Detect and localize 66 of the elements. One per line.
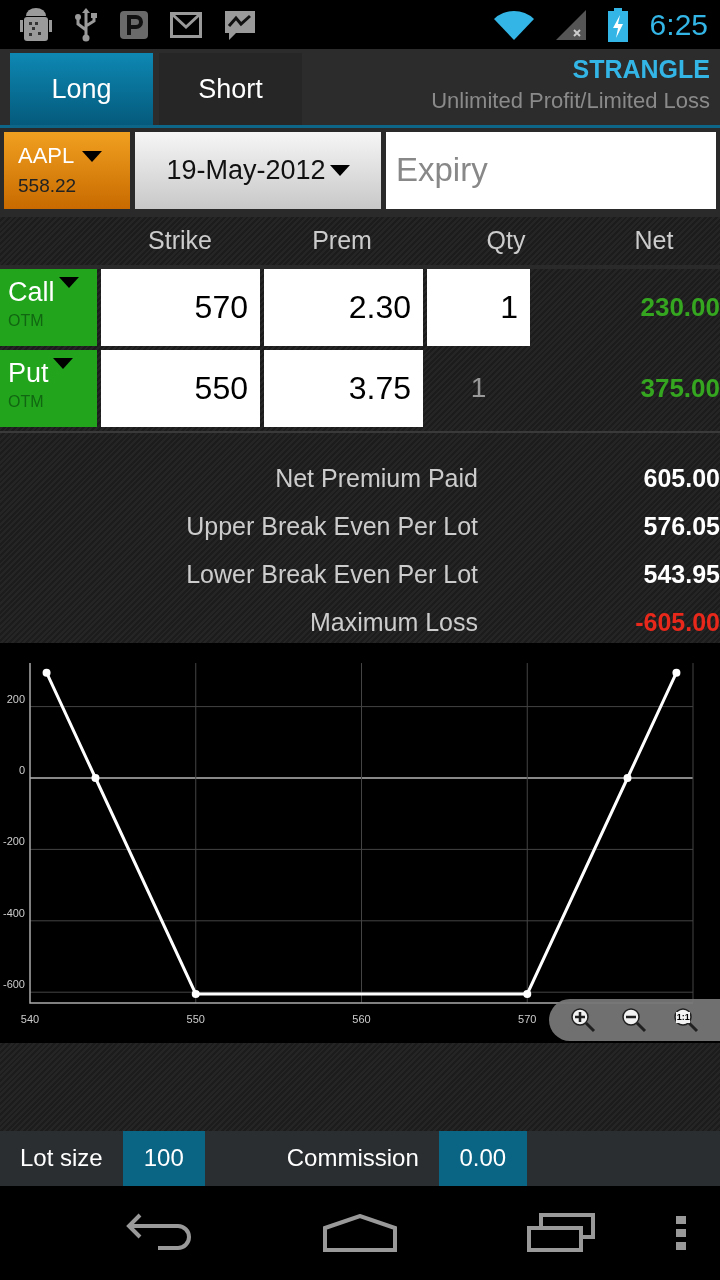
strategy-description: Unlimited Profit/Limited Loss <box>431 88 710 115</box>
lot-size-field[interactable]: 100 <box>122 1130 205 1186</box>
signal-icon <box>555 9 586 40</box>
battery-charging-icon <box>607 7 628 42</box>
usb-icon <box>74 7 98 42</box>
data-point <box>191 989 200 998</box>
commission-field[interactable]: 0.00 <box>438 1130 527 1186</box>
summary-label: Maximum Loss <box>308 608 479 638</box>
summary-value: 543.95 <box>642 560 720 590</box>
summary-label: Lower Break Even Per Lot <box>185 560 479 590</box>
summary-value: 605.00 <box>642 464 720 494</box>
x-tick-label: 570 <box>518 1012 537 1025</box>
clock: 6:25 <box>649 7 708 42</box>
date-dropdown[interactable]: 19-May-2012 <box>135 131 381 209</box>
data-point <box>623 773 632 782</box>
x-tick-label: 560 <box>352 1012 371 1025</box>
wifi-icon <box>493 9 534 40</box>
x-tick-label: 550 <box>186 1012 205 1025</box>
recent-apps-icon[interactable] <box>527 1211 597 1252</box>
commission-label: Commission <box>285 1144 420 1173</box>
tab[interactable]: Short <box>159 53 302 125</box>
lot-size-label: Lot size <box>19 1144 104 1173</box>
caret-icon <box>58 276 79 288</box>
column-header: Strike <box>147 226 213 256</box>
column-header: Net <box>633 226 675 256</box>
x-tick-label: 540 <box>20 1012 40 1025</box>
android-debug-icon <box>20 6 52 43</box>
caret-icon <box>329 164 350 176</box>
net-value: 375.00 <box>639 372 720 404</box>
expiry-field[interactable]: Expiry <box>386 131 716 209</box>
zoom-reset-label: 1:1 <box>676 1011 691 1023</box>
caret-icon <box>52 357 73 369</box>
strike-field[interactable]: 550 <box>101 349 260 427</box>
column-header: Qty <box>485 226 527 256</box>
data-point <box>91 773 100 782</box>
symbol-dropdown[interactable]: AAPL 558.22 <box>4 131 130 209</box>
home-icon[interactable] <box>323 1213 397 1252</box>
y-tick-label: -200 <box>2 835 25 848</box>
quantity-field[interactable]: 1 <box>427 268 530 346</box>
menu-icon[interactable] <box>676 1215 686 1250</box>
column-header: Prem <box>311 226 373 256</box>
y-tick-label: -400 <box>2 906 25 919</box>
tab[interactable]: Long <box>10 53 153 125</box>
y-tick-label: 200 <box>6 692 25 705</box>
strategy-name: STRANGLE <box>572 55 710 85</box>
zoom-in-icon[interactable] <box>569 1006 596 1033</box>
y-tick-label: -600 <box>2 978 25 991</box>
y-tick-label: 0 <box>18 763 25 776</box>
chat-icon <box>224 8 256 41</box>
data-point <box>523 989 532 998</box>
premium-field[interactable]: 2.30 <box>264 268 423 346</box>
caret-icon <box>82 150 103 162</box>
parking-icon <box>120 10 148 39</box>
data-point <box>42 668 51 677</box>
zoom-out-icon[interactable] <box>621 1006 648 1033</box>
summary-value: 576.05 <box>642 512 720 542</box>
summary-label: Net Premium Paid <box>274 464 479 494</box>
mail-icon <box>170 11 202 38</box>
quantity: 1 <box>469 372 488 405</box>
net-value: 230.00 <box>639 291 720 323</box>
back-icon[interactable] <box>126 1211 194 1252</box>
summary-value: -605.00 <box>634 608 720 638</box>
strike-field[interactable]: 570 <box>101 268 260 346</box>
data-point <box>672 668 681 677</box>
summary-label: Upper Break Even Per Lot <box>185 512 479 542</box>
premium-field[interactable]: 3.75 <box>264 349 423 427</box>
